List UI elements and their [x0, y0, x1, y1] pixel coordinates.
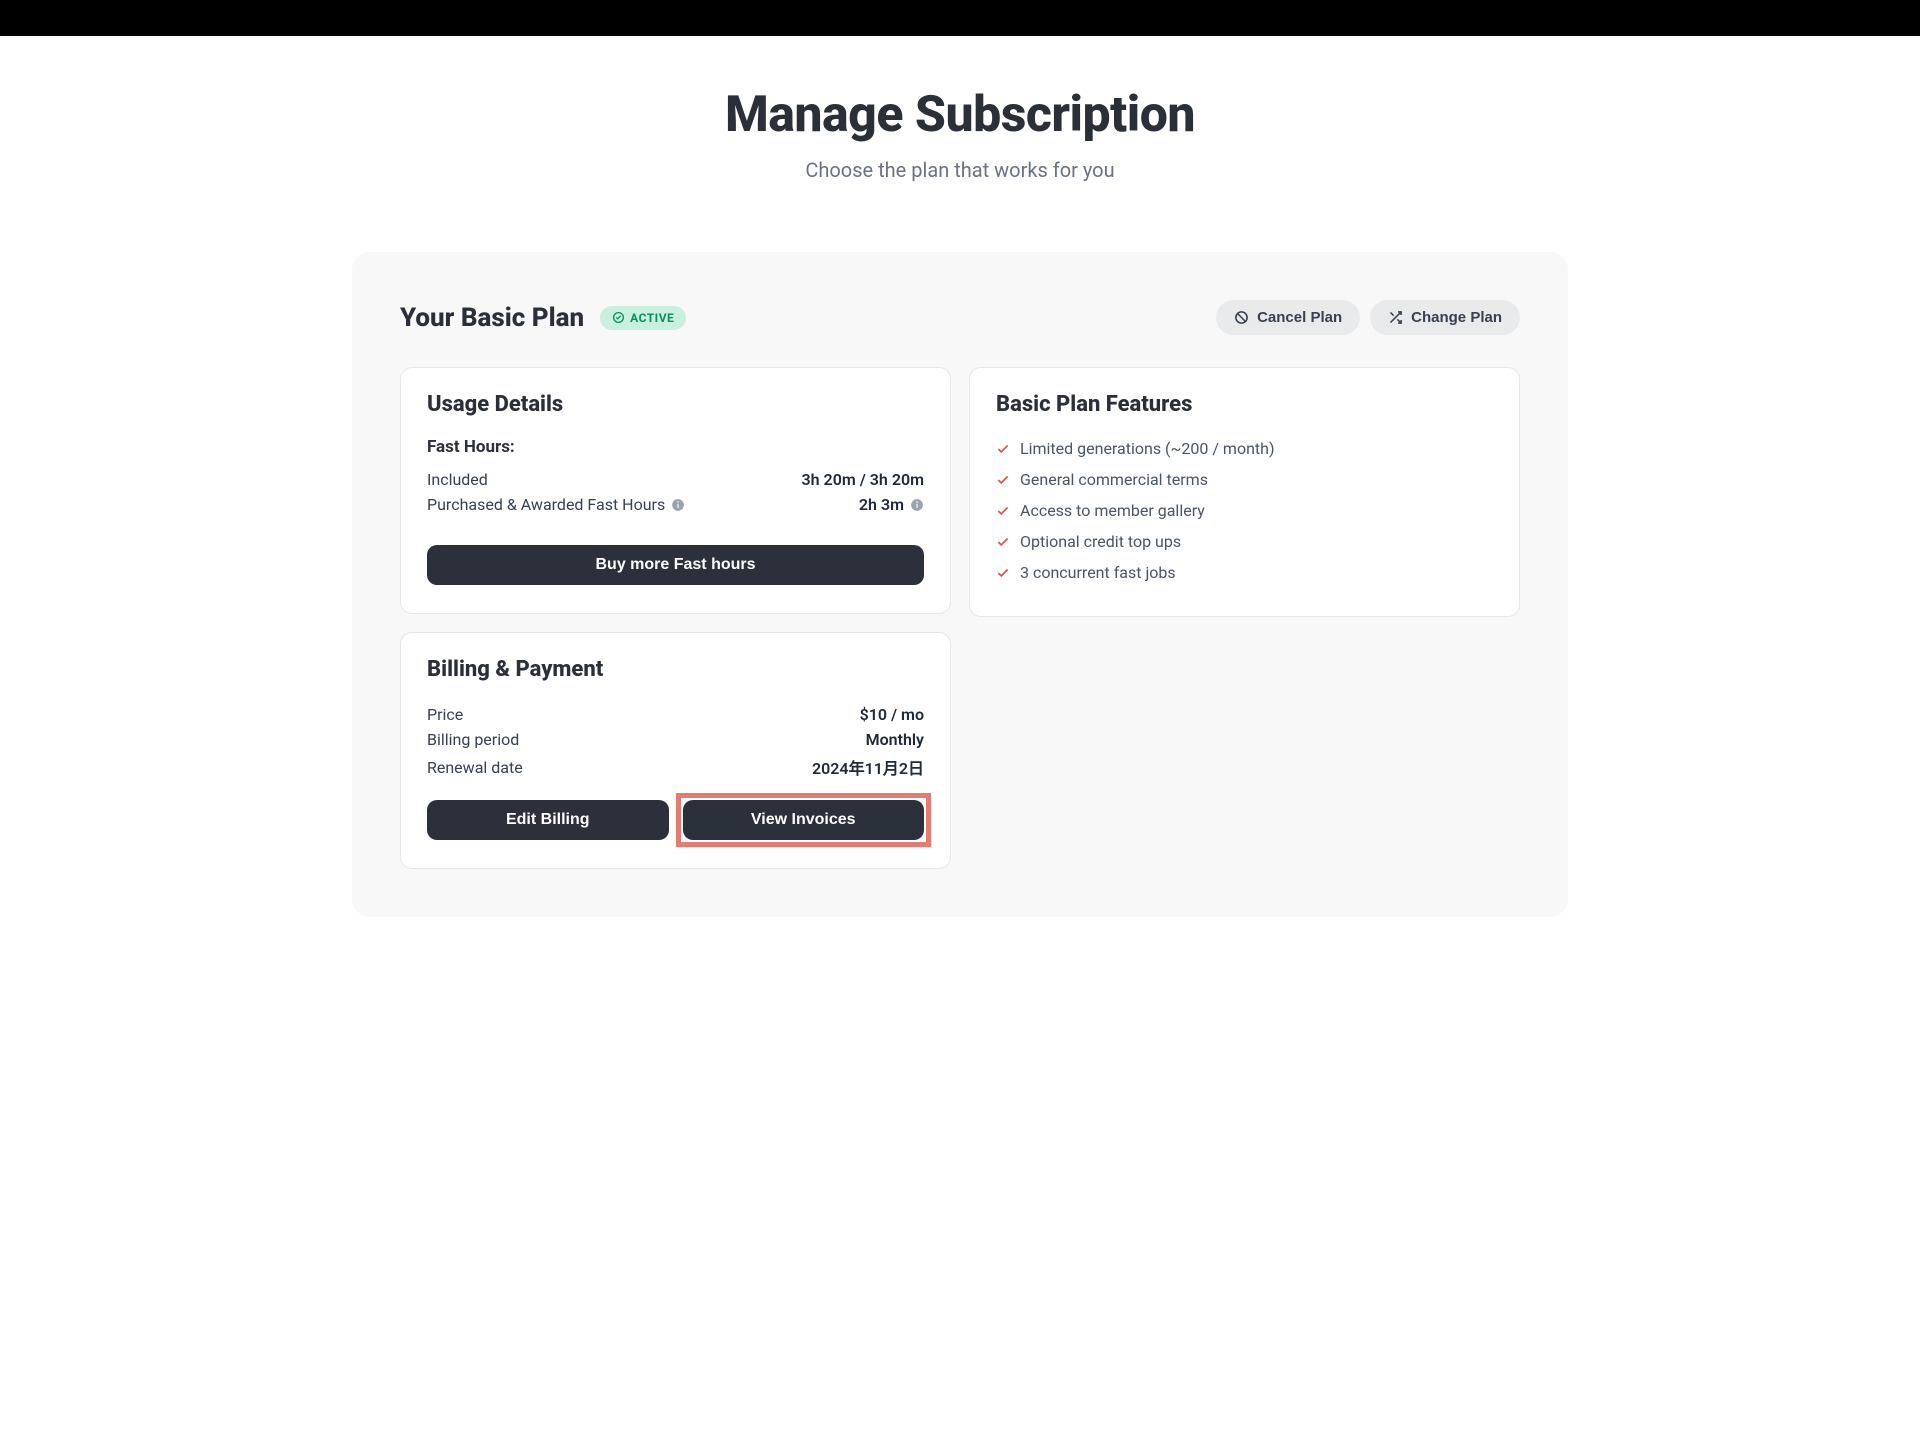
change-plan-label: Change Plan [1411, 309, 1502, 326]
view-invoices-button[interactable]: View Invoices [683, 800, 925, 840]
included-row: Included 3h 20m / 3h 20m [427, 467, 924, 492]
check-icon [996, 442, 1010, 456]
change-plan-button[interactable]: Change Plan [1370, 300, 1520, 335]
top-black-bar [0, 0, 1920, 36]
shuffle-icon [1388, 310, 1403, 325]
renewal-value: 2024年11月2日 [812, 755, 924, 779]
check-circle-icon [612, 311, 625, 324]
renewal-row: Renewal date 2024年11月2日 [427, 752, 924, 782]
feature-item: Optional credit top ups [996, 526, 1493, 557]
check-icon [996, 504, 1010, 518]
plan-title: Your Basic Plan [400, 303, 584, 333]
purchased-label: Purchased & Awarded Fast Hours [427, 495, 665, 514]
price-value: $10 / mo [860, 705, 924, 724]
feature-text: General commercial terms [1020, 470, 1208, 489]
features-card: Basic Plan Features Limited generations … [969, 367, 1520, 617]
edit-billing-button[interactable]: Edit Billing [427, 800, 669, 840]
feature-item: 3 concurrent fast jobs [996, 557, 1493, 588]
feature-text: 3 concurrent fast jobs [1020, 563, 1176, 582]
fast-hours-label: Fast Hours: [427, 437, 924, 457]
feature-text: Limited generations (~200 / month) [1020, 439, 1275, 458]
check-icon [996, 473, 1010, 487]
features-title: Basic Plan Features [996, 392, 1493, 417]
cancel-plan-button[interactable]: Cancel Plan [1216, 300, 1360, 335]
cancel-plan-label: Cancel Plan [1257, 309, 1342, 326]
feature-text: Optional credit top ups [1020, 532, 1181, 551]
feature-item: Limited generations (~200 / month) [996, 433, 1493, 464]
feature-item: Access to member gallery [996, 495, 1493, 526]
info-icon[interactable] [671, 498, 685, 512]
status-badge-label: ACTIVE [630, 311, 674, 325]
check-icon [996, 566, 1010, 580]
period-value: Monthly [866, 730, 924, 749]
usage-details-card: Usage Details Fast Hours: Included 3h 20… [400, 367, 951, 614]
purchased-row: Purchased & Awarded Fast Hours 2h 3m [427, 492, 924, 517]
price-label: Price [427, 705, 463, 724]
period-label: Billing period [427, 730, 519, 749]
billing-title: Billing & Payment [427, 657, 924, 682]
feature-item: General commercial terms [996, 464, 1493, 495]
billing-card: Billing & Payment Price $10 / mo Billing… [400, 632, 951, 869]
price-row: Price $10 / mo [427, 702, 924, 727]
feature-text: Access to member gallery [1020, 501, 1205, 520]
included-label: Included [427, 470, 488, 489]
info-icon[interactable] [910, 498, 924, 512]
subscription-panel: Your Basic Plan ACTIVE Cancel Plan [352, 252, 1568, 917]
check-icon [996, 535, 1010, 549]
period-row: Billing period Monthly [427, 727, 924, 752]
cancel-icon [1234, 310, 1249, 325]
usage-title: Usage Details [427, 392, 924, 417]
feature-list: Limited generations (~200 / month) Gener… [996, 433, 1493, 588]
buy-more-button[interactable]: Buy more Fast hours [427, 545, 924, 585]
included-value: 3h 20m / 3h 20m [802, 470, 925, 489]
highlight-annotation: View Invoices [683, 800, 925, 840]
purchased-value: 2h 3m [859, 495, 904, 514]
page-title: Manage Subscription [352, 86, 1568, 144]
status-badge: ACTIVE [600, 306, 686, 330]
page-subtitle: Choose the plan that works for you [352, 158, 1568, 182]
renewal-label: Renewal date [427, 758, 523, 777]
